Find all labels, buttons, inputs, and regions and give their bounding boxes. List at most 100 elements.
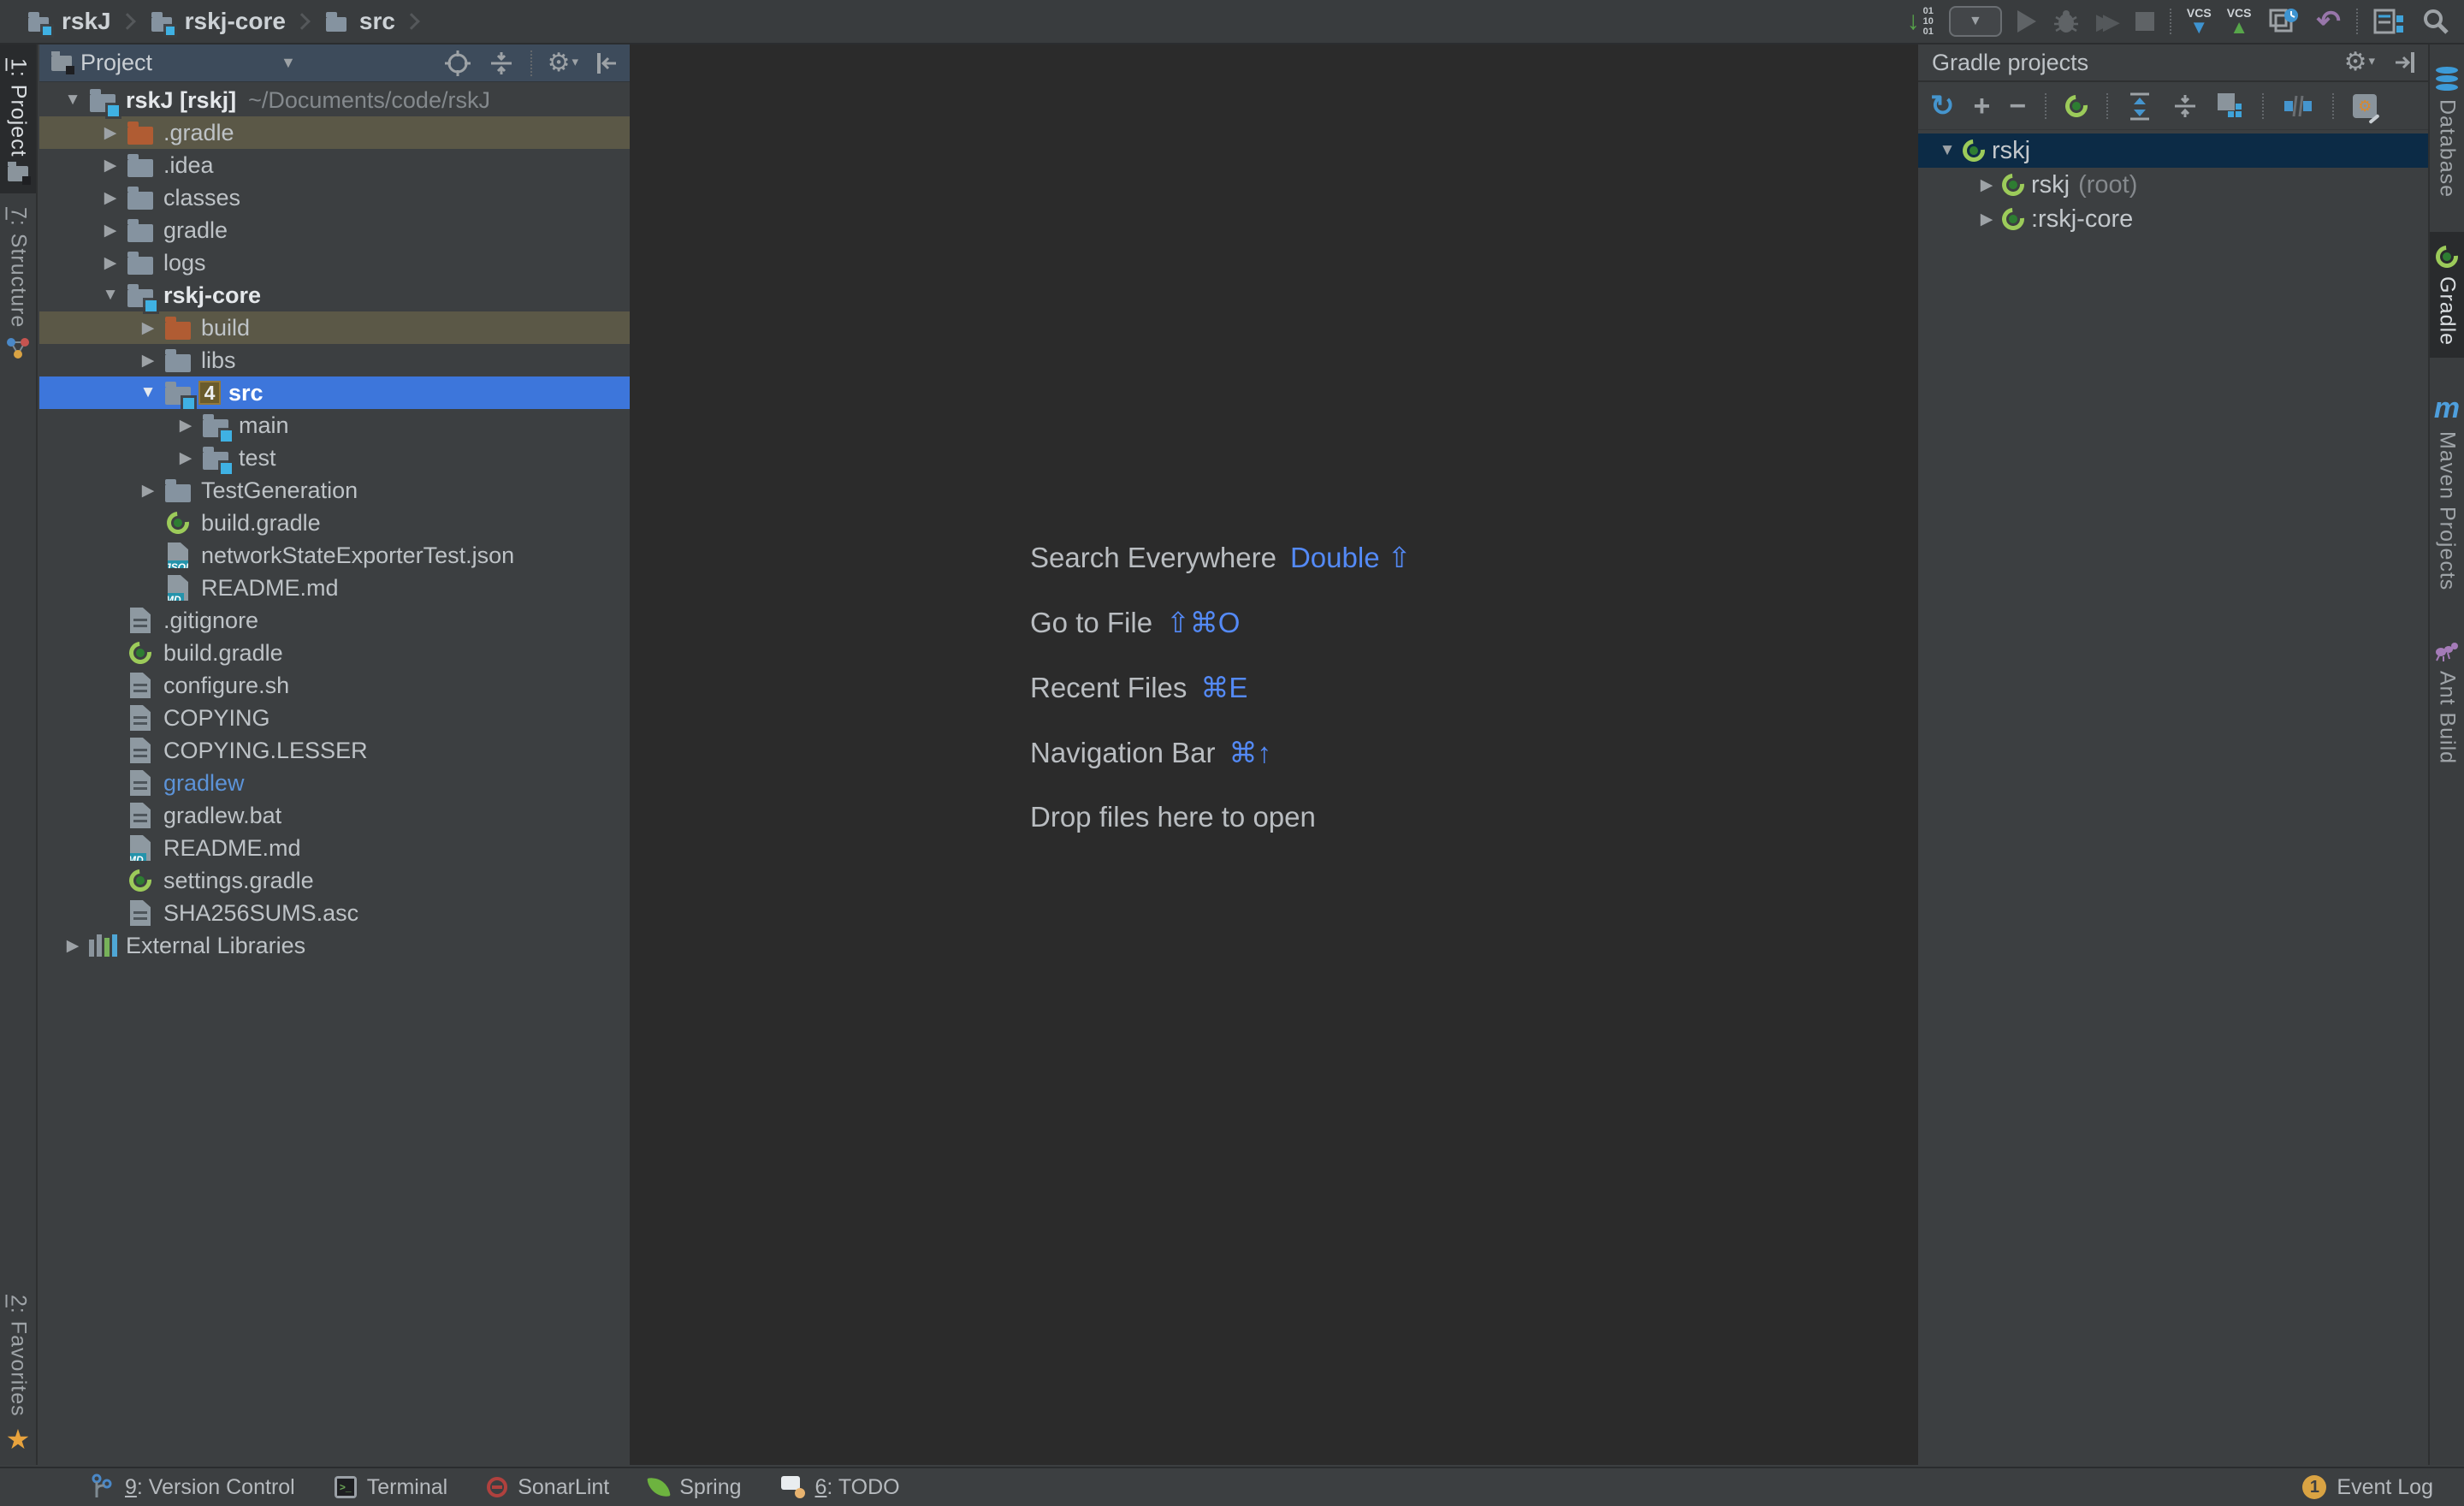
project-tree-item[interactable]: COPYING: [39, 702, 630, 734]
layout-icon[interactable]: [2373, 7, 2406, 36]
gradle-file-icon: [125, 637, 156, 668]
project-tree-item[interactable]: ▶classes: [39, 181, 630, 214]
run-icon[interactable]: [2017, 10, 2036, 33]
run-config-selector[interactable]: ▼: [1949, 6, 2002, 37]
chevron-right-icon[interactable]: ▶: [133, 481, 163, 501]
project-tree-item[interactable]: settings.gradle: [39, 864, 630, 897]
project-tree-item[interactable]: .gitignore: [39, 604, 630, 637]
chevron-right-icon[interactable]: ▶: [96, 221, 125, 240]
project-tree-item[interactable]: ▶test: [39, 442, 630, 474]
locate-icon[interactable]: [443, 49, 472, 78]
tool-window-button--favorites[interactable]: 2: Favorites★: [0, 1281, 36, 1465]
skip-icon[interactable]: ▶▶: [2096, 9, 2120, 35]
project-view-dropdown[interactable]: ▼: [281, 54, 296, 72]
project-tree-item[interactable]: ▶.gradle: [39, 116, 630, 149]
project-tree-item[interactable]: ▶libs: [39, 344, 630, 376]
debug-icon[interactable]: [2052, 9, 2081, 34]
gradle-icon[interactable]: [2065, 95, 2088, 117]
statusbar-item-terminal[interactable]: >_Terminal: [335, 1475, 447, 1500]
gear-dropdown-icon[interactable]: ⚙: [2344, 50, 2375, 75]
expand-all-icon[interactable]: [2127, 91, 2153, 122]
tool-window-button--structure[interactable]: 7: Structure: [0, 193, 36, 372]
chevron-right-icon[interactable]: ▶: [171, 448, 200, 468]
vcs-commit-icon[interactable]: VCS▲: [2227, 7, 2252, 37]
editor-empty-area[interactable]: Search EverywhereDouble ⇧Go to File⇧⌘ORe…: [630, 44, 1918, 1465]
tool-window-button-database[interactable]: Database: [2430, 53, 2464, 210]
undo-icon[interactable]: ↶: [2317, 7, 2342, 36]
branch-icon: [89, 1473, 115, 1501]
chevron-right-icon[interactable]: ▶: [171, 416, 200, 436]
chevron-right-icon[interactable]: ▶: [133, 351, 163, 371]
project-tree-item[interactable]: JSONnetworkStateExporterTest.json: [39, 539, 630, 572]
project-tree-item[interactable]: build.gradle: [39, 507, 630, 539]
tool-window-button--project[interactable]: 1: Project: [0, 44, 36, 193]
folder-icon: [125, 215, 156, 246]
gradle-tree: ▼rskj▶rskj(root)▶:rskj-core: [1918, 130, 2428, 236]
update-project-icon[interactable]: ↓011001: [1907, 6, 1934, 37]
separator: [2106, 93, 2108, 119]
group-modules-icon[interactable]: [2218, 93, 2243, 119]
tool-window-button-gradle[interactable]: Gradle: [2430, 232, 2464, 358]
project-tree-item[interactable]: ▼rskj-core: [39, 279, 630, 311]
folder-icon: [163, 345, 193, 376]
hide-left-icon[interactable]: [594, 50, 619, 77]
collapse-all-icon[interactable]: [2171, 92, 2199, 121]
add-icon[interactable]: +: [1974, 92, 1991, 121]
statusbar-item-sonarlint[interactable]: SonarLint: [487, 1475, 609, 1500]
statusbar-item-spring[interactable]: Spring: [649, 1475, 741, 1500]
local-history-icon[interactable]: [2267, 7, 2301, 36]
project-tree-item[interactable]: ▶logs: [39, 246, 630, 279]
chevron-right-icon[interactable]: ▶: [1971, 175, 2002, 195]
chevron-down-icon[interactable]: ▼: [1932, 141, 1963, 160]
breadcrumb-item[interactable]: rskJ: [24, 7, 111, 36]
chevron-down-icon[interactable]: ▼: [96, 286, 125, 305]
gear-dropdown-icon[interactable]: ⚙: [548, 50, 578, 76]
statusbar-item--version-control[interactable]: 9: Version Control: [89, 1473, 295, 1501]
chevron-right-icon[interactable]: ▶: [58, 936, 87, 956]
statusbar-item--todo[interactable]: 6: TODO: [781, 1475, 900, 1500]
project-tree-item[interactable]: configure.sh: [39, 669, 630, 702]
project-tree-item[interactable]: ▼4src: [39, 376, 630, 409]
project-tree-item[interactable]: MDREADME.md: [39, 832, 630, 864]
gradle-tree-item[interactable]: ▼rskj: [1918, 133, 2428, 168]
shortcut-hint-row: Search EverywhereDouble ⇧: [1030, 541, 1411, 574]
stop-icon[interactable]: [2135, 12, 2154, 31]
gradle-tree-item[interactable]: ▶rskj(root): [1918, 168, 2428, 202]
project-tree-item[interactable]: SHA256SUMS.asc: [39, 897, 630, 929]
project-tree-item[interactable]: COPYING.LESSER: [39, 734, 630, 767]
gradle-settings-icon[interactable]: ⚙: [2353, 94, 2377, 118]
project-tree-item[interactable]: gradlew.bat: [39, 799, 630, 832]
chevron-right-icon[interactable]: ▶: [96, 156, 125, 175]
statusbar-item-event-log[interactable]: 1Event Log: [2302, 1475, 2433, 1500]
project-tree-item[interactable]: ▼rskJ [rskj]~/Documents/code/rskJ: [39, 84, 630, 116]
refresh-icon[interactable]: ↻: [1930, 92, 1955, 121]
project-tree-item[interactable]: MDREADME.md: [39, 572, 630, 604]
search-everywhere-icon[interactable]: [2421, 7, 2450, 36]
vcs-update-icon[interactable]: VCS▼: [2187, 7, 2212, 37]
chevron-right-icon[interactable]: ▶: [96, 123, 125, 143]
folder-icon: [125, 150, 156, 181]
project-tree-item[interactable]: gradlew: [39, 767, 630, 799]
gradle-tree-item[interactable]: ▶:rskj-core: [1918, 202, 2428, 236]
breadcrumb-item[interactable]: src: [322, 7, 395, 36]
project-tree-item[interactable]: ▶main: [39, 409, 630, 442]
offline-mode-icon[interactable]: [2283, 92, 2313, 120]
collapse-all-icon[interactable]: [488, 49, 515, 78]
remove-icon[interactable]: −: [2009, 92, 2026, 121]
project-tree-item[interactable]: ▶External Libraries: [39, 929, 630, 962]
project-tree-item[interactable]: ▶.idea: [39, 149, 630, 181]
tool-window-button-maven-projects[interactable]: mMaven Projects: [2430, 380, 2464, 602]
project-tree-item[interactable]: ▶TestGeneration: [39, 474, 630, 507]
chevron-right-icon[interactable]: ▶: [133, 318, 163, 338]
chevron-down-icon[interactable]: ▼: [58, 91, 87, 110]
chevron-right-icon[interactable]: ▶: [96, 188, 125, 208]
tool-window-button-ant-build[interactable]: Ant Build: [2430, 625, 2464, 776]
breadcrumb-item[interactable]: rskj-core: [147, 7, 286, 36]
chevron-down-icon[interactable]: ▼: [133, 383, 163, 402]
project-tree-item[interactable]: ▶gradle: [39, 214, 630, 246]
hide-right-icon[interactable]: [2392, 49, 2418, 76]
chevron-right-icon[interactable]: ▶: [96, 253, 125, 273]
project-tree-item[interactable]: build.gradle: [39, 637, 630, 669]
project-tree-item[interactable]: ▶build: [39, 311, 630, 344]
chevron-right-icon[interactable]: ▶: [1971, 210, 2002, 229]
